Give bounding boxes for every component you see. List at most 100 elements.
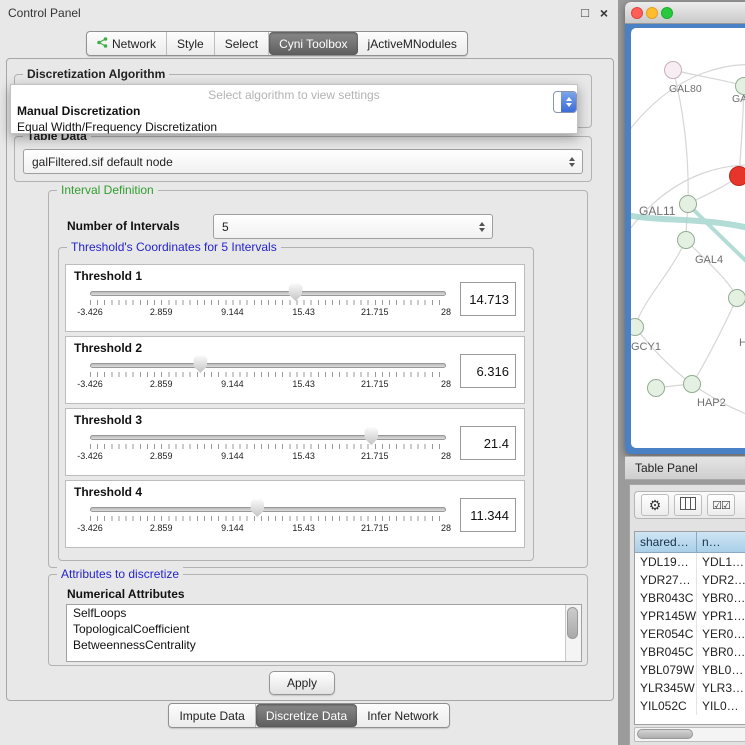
table-cell[interactable]: YBL079W: [635, 661, 697, 679]
tab-cyni-toolbox[interactable]: Cyni Toolbox: [269, 32, 357, 55]
table-cell[interactable]: YPR145W: [635, 607, 697, 625]
columns-button[interactable]: [674, 494, 702, 516]
network-node-selected[interactable]: [730, 167, 745, 186]
table-data-combo[interactable]: galFiltered.sif default node: [23, 149, 583, 174]
table-cell[interactable]: YER054C: [635, 625, 697, 643]
list-item[interactable]: BetweennessCentrality: [67, 637, 581, 653]
table-row[interactable]: YER054CYER0…: [635, 625, 745, 643]
horizontal-scrollbar[interactable]: [634, 727, 745, 742]
table-cell[interactable]: YDR2…: [697, 571, 745, 589]
table-cell[interactable]: YPR1…: [697, 607, 745, 625]
threshold-slider[interactable]: -3.426 2.859 9.144 15.43 21.715 28: [90, 481, 446, 549]
network-node[interactable]: [736, 78, 745, 95]
table-cell[interactable]: YDL19…: [635, 553, 697, 571]
table-cell[interactable]: YBR045C: [635, 643, 697, 661]
table-row[interactable]: YBR045CYBR0…: [635, 643, 745, 661]
network-node[interactable]: [680, 196, 697, 213]
network-node[interactable]: [631, 319, 644, 336]
slider-thumb[interactable]: [288, 283, 302, 301]
algorithm-placeholder-option[interactable]: Select algorithm to view settings: [11, 87, 577, 103]
table-cell[interactable]: YBR0…: [697, 643, 745, 661]
slider-track[interactable]: [90, 363, 446, 368]
threshold-value-field[interactable]: 21.4: [460, 426, 516, 460]
tab-jactivemnodules[interactable]: jActiveMNodules: [358, 32, 467, 55]
algorithm-combo-stepper[interactable]: [553, 91, 577, 113]
select-columns-button[interactable]: ☑☑: [707, 494, 735, 516]
column-header-shared-name[interactable]: shared…: [635, 532, 697, 552]
tab-label: Select: [225, 37, 258, 51]
table-cell[interactable]: YIL0…: [697, 697, 745, 715]
zoom-traffic-light-icon[interactable]: [661, 7, 673, 19]
tab-network[interactable]: Network: [87, 32, 167, 55]
table-cell[interactable]: YBL0…: [697, 661, 745, 679]
table-row[interactable]: YDR27…YDR2…: [635, 571, 745, 589]
threshold-value-field[interactable]: 11.344: [460, 498, 516, 532]
network-node[interactable]: [678, 232, 695, 249]
tab-discretize-data[interactable]: Discretize Data: [256, 704, 357, 727]
settings-button[interactable]: ⚙: [641, 494, 669, 516]
scrollbar-thumb[interactable]: [567, 607, 578, 639]
list-scrollbar[interactable]: [565, 605, 581, 661]
tick-label: -3.426: [77, 379, 103, 389]
minimize-traffic-light-icon[interactable]: [646, 7, 658, 19]
threshold-slider[interactable]: -3.426 2.859 9.144 15.43 21.715 28: [90, 265, 446, 333]
num-intervals-combo[interactable]: 5: [213, 214, 493, 239]
table-row[interactable]: YDL19…YDL1…: [635, 553, 745, 571]
slider-track[interactable]: [90, 435, 446, 440]
window-titlebar[interactable]: [625, 2, 745, 24]
float-window-icon[interactable]: □: [577, 5, 593, 21]
table-cell[interactable]: YER0…: [697, 625, 745, 643]
slider-tick-labels: -3.426 2.859 9.144 15.43 21.715 28: [90, 451, 446, 463]
table-cell[interactable]: YLR3…: [697, 679, 745, 697]
threshold-slider[interactable]: -3.426 2.859 9.144 15.43 21.715 28: [90, 409, 446, 477]
table-cell[interactable]: YBR043C: [635, 589, 697, 607]
combo-arrows-icon: [561, 92, 576, 112]
table-cell[interactable]: YBR0…: [697, 589, 745, 607]
tab-infer-network[interactable]: Infer Network: [357, 704, 448, 727]
table-header-row: shared… n…: [635, 532, 745, 553]
threshold-value-field[interactable]: 14.713: [460, 282, 516, 316]
list-item[interactable]: TopologicalCoefficient: [67, 621, 581, 637]
bottom-tab-strip: Impute Data Discretize Data Infer Networ…: [0, 703, 618, 728]
network-node[interactable]: [729, 290, 745, 307]
network-node[interactable]: [665, 62, 682, 79]
table-cell[interactable]: YDR27…: [635, 571, 697, 589]
slider-track[interactable]: [90, 291, 446, 296]
slider-thumb[interactable]: [193, 355, 207, 373]
node-label: GAL11: [639, 204, 676, 218]
tab-select[interactable]: Select: [215, 32, 269, 55]
table-toolbar: ⚙ ☑☑: [634, 491, 745, 519]
scrollbar-thumb[interactable]: [637, 729, 693, 739]
slider-track[interactable]: [90, 507, 446, 512]
table-cell[interactable]: YIL052C: [635, 697, 697, 715]
threshold-slider[interactable]: -3.426 2.859 9.144 15.43 21.715 28: [90, 337, 446, 405]
network-node[interactable]: [648, 380, 665, 397]
table-cell[interactable]: YLR345W: [635, 679, 697, 697]
network-node[interactable]: [684, 376, 701, 393]
list-item[interactable]: SelfLoops: [67, 605, 581, 621]
table-row[interactable]: YLR345WYLR3…: [635, 679, 745, 697]
network-canvas[interactable]: GAL80 GA GAL11 GAL4 GCY1 H HAP2: [631, 28, 745, 448]
close-traffic-light-icon[interactable]: [631, 7, 643, 19]
column-header-name[interactable]: n…: [697, 532, 745, 552]
slider-thumb[interactable]: [250, 499, 264, 517]
algorithm-option-manual[interactable]: Manual Discretization: [11, 103, 577, 119]
table-row[interactable]: YBR043CYBR0…: [635, 589, 745, 607]
table-row[interactable]: YPR145WYPR1…: [635, 607, 745, 625]
tick-label: 21.715: [361, 307, 389, 317]
combo-stepper-icon: [565, 156, 582, 168]
network-graph[interactable]: GAL80 GA GAL11 GAL4 GCY1 H HAP2: [631, 28, 745, 448]
network-window[interactable]: GAL80 GA GAL11 GAL4 GCY1 H HAP2: [625, 2, 745, 454]
tab-impute-data[interactable]: Impute Data: [169, 704, 255, 727]
table-cell[interactable]: YDL1…: [697, 553, 745, 571]
threshold-value-field[interactable]: 6.316: [460, 354, 516, 388]
slider-thumb[interactable]: [364, 427, 378, 445]
tab-style[interactable]: Style: [167, 32, 215, 55]
threshold-panel-1: Threshold 1 -3.426 2.859 9.144 15.43 21.…: [65, 264, 525, 332]
table-row[interactable]: YBL079WYBL0…: [635, 661, 745, 679]
slider-ticks: [90, 372, 446, 377]
algorithm-option-equal-width[interactable]: Equal Width/Frequency Discretization: [11, 119, 577, 135]
table-row[interactable]: YIL052CYIL0…: [635, 697, 745, 715]
apply-button[interactable]: Apply: [269, 671, 335, 695]
close-icon[interactable]: ×: [596, 5, 612, 21]
